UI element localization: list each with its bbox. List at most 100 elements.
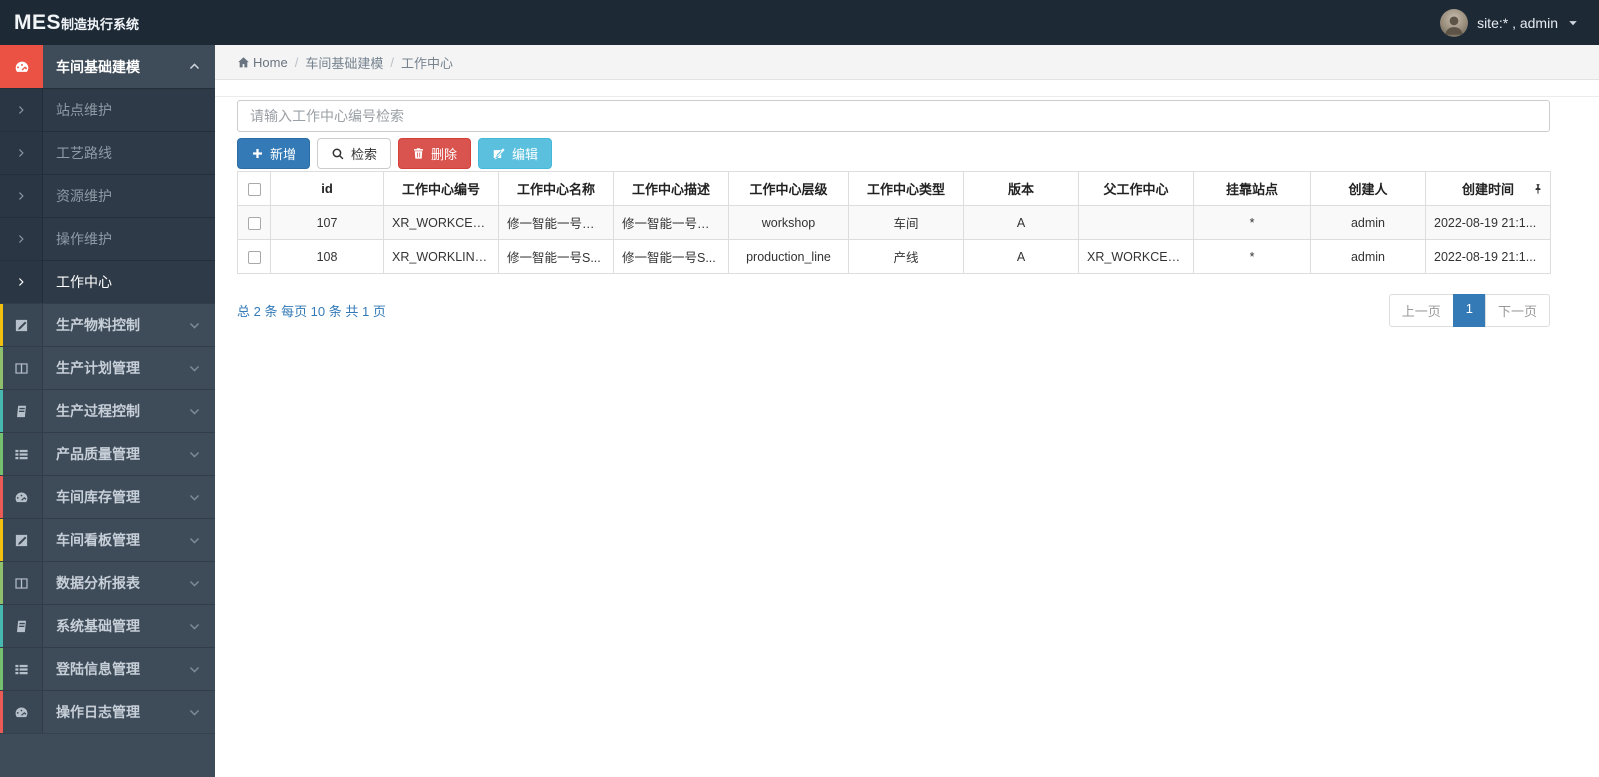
delete-button[interactable]: 删除 xyxy=(398,138,472,169)
page-content: 新增 检索 删除 编辑 xyxy=(215,97,1599,327)
cell-code: XR_WORKCEN... xyxy=(383,205,499,240)
search-button[interactable]: 检索 xyxy=(317,138,392,169)
sidebar-group-label: 生产物料控制 xyxy=(56,317,140,333)
gauge-icon xyxy=(15,61,28,72)
group-icon-cell xyxy=(0,433,43,475)
sidebar-group-data-analysis-report[interactable]: 数据分析报表 xyxy=(0,561,215,604)
table-row[interactable]: 108 XR_WORKLINE... 修一智能一号S... 修一智能一号S...… xyxy=(237,239,1551,274)
item-icon-cell xyxy=(0,132,43,174)
gauge-icon xyxy=(15,706,27,717)
pagination-bar: 总 2 条 每页 10 条 共 1 页 上一页 1 下一页 xyxy=(237,294,1550,327)
sidebar-group-operation-log-management[interactable]: 操作日志管理 xyxy=(0,690,215,733)
row-checkbox[interactable] xyxy=(247,250,261,264)
pin-icon[interactable] xyxy=(1532,183,1544,195)
breadcrumb-home[interactable]: Home xyxy=(237,55,288,70)
column-header-id: id xyxy=(270,171,384,206)
cell-version: A xyxy=(963,205,1079,240)
caret-down-icon xyxy=(1569,20,1577,25)
search-input[interactable] xyxy=(237,100,1550,132)
main-area: Home / 车间基础建模 / 工作中心 新增 检索 删除 xyxy=(215,45,1599,777)
cell-parent xyxy=(1078,205,1194,240)
cell-created-time: 2022-08-19 21:1... xyxy=(1425,205,1551,240)
cell-name: 修一智能一号S... xyxy=(498,239,614,274)
sidebar-group-label: 登陆信息管理 xyxy=(56,661,140,677)
pencil-icon xyxy=(15,319,27,331)
sidebar-group-system-base-management[interactable]: 系统基础管理 xyxy=(0,604,215,647)
accent-strip xyxy=(0,476,3,518)
sidebar-item-process-route[interactable]: 工艺路线 xyxy=(0,131,215,174)
accent-strip xyxy=(0,390,3,432)
accent-strip xyxy=(0,562,3,604)
user-avatar xyxy=(1440,8,1469,37)
table-row[interactable]: 107 XR_WORKCEN... 修一智能一号车间 修一智能一号车间 work… xyxy=(237,205,1551,240)
page-1-button[interactable]: 1 xyxy=(1452,294,1486,327)
cell-creator: admin xyxy=(1310,205,1426,240)
select-all-checkbox[interactable] xyxy=(247,183,261,197)
column-header-version: 版本 xyxy=(963,171,1079,206)
sidebar-group-process-control[interactable]: 生产过程控制 xyxy=(0,389,215,432)
cell-parent: XR_WORKCEN... xyxy=(1078,239,1194,274)
cell-id: 107 xyxy=(270,205,384,240)
sidebar-group-kanban-management[interactable]: 车间看板管理 xyxy=(0,518,215,561)
sidebar-group-plan-management[interactable]: 生产计划管理 xyxy=(0,346,215,389)
group-icon-cell xyxy=(0,605,43,647)
sidebar-group-inventory-management[interactable]: 车间库存管理 xyxy=(0,475,215,518)
sidebar-group-quality-management[interactable]: 产品质量管理 xyxy=(0,432,215,475)
chevron-right-icon xyxy=(18,149,24,157)
delete-button-label: 删除 xyxy=(431,147,458,162)
sidebar-item-work-center[interactable]: 工作中心 xyxy=(0,260,215,303)
row-checkbox[interactable] xyxy=(247,216,261,230)
cell-version: A xyxy=(963,239,1079,274)
row-select-cell xyxy=(237,239,271,274)
chevron-right-icon xyxy=(18,106,24,114)
breadcrumb-separator: / xyxy=(294,54,299,70)
logo-subtitle: 制造执行系统 xyxy=(61,16,140,32)
sidebar-item-operation-maintenance[interactable]: 操作维护 xyxy=(0,217,215,260)
item-icon-cell xyxy=(0,175,43,217)
header-divider xyxy=(215,80,1599,97)
cell-created-time: 2022-08-19 21:1... xyxy=(1425,239,1551,274)
breadcrumb-home-label: Home xyxy=(253,54,288,70)
prev-page-button[interactable]: 上一页 xyxy=(1388,294,1454,327)
edit-button[interactable]: 编辑 xyxy=(478,138,553,169)
cell-level: workshop xyxy=(728,205,849,240)
group-icon-cell xyxy=(0,691,43,733)
book-icon xyxy=(16,620,26,632)
sidebar-group-label: 生产计划管理 xyxy=(56,360,140,376)
add-button[interactable]: 新增 xyxy=(237,138,311,169)
sidebar-group-workshop-base-modeling[interactable]: 车间基础建模 xyxy=(0,45,215,88)
chevron-up-icon xyxy=(189,63,200,70)
breadcrumb-current: 工作中心 xyxy=(400,55,453,71)
sidebar-item-label: 工艺路线 xyxy=(56,145,112,161)
book-icon xyxy=(16,405,26,417)
column-header-creator: 创建人 xyxy=(1310,171,1426,206)
chevron-right-icon xyxy=(18,192,24,200)
breadcrumb-item[interactable]: 车间基础建模 xyxy=(305,53,383,72)
cell-type: 产线 xyxy=(848,239,964,274)
cell-desc: 修一智能一号S... xyxy=(613,239,729,274)
plus-icon xyxy=(253,149,262,158)
sidebar-group-label: 车间看板管理 xyxy=(56,532,140,548)
sidebar-item-resource-maintenance[interactable]: 资源维护 xyxy=(0,174,215,217)
accent-strip xyxy=(0,347,3,389)
row-select-cell xyxy=(237,205,271,240)
column-header-name: 工作中心名称 xyxy=(498,171,614,206)
sidebar-group-login-info-management[interactable]: 登陆信息管理 xyxy=(0,647,215,690)
chevron-down-icon xyxy=(189,322,200,328)
list-icon xyxy=(14,449,28,459)
next-page-button[interactable]: 下一页 xyxy=(1484,294,1550,327)
cell-level: production_line xyxy=(728,239,849,274)
group-icon-cell xyxy=(0,45,43,88)
sidebar-item-site-maintenance[interactable]: 站点维护 xyxy=(0,88,215,131)
group-icon-cell xyxy=(0,519,43,561)
pagination-summary: 总 2 条 每页 10 条 共 1 页 xyxy=(237,304,386,319)
chevron-down-icon xyxy=(189,709,200,715)
item-icon-cell xyxy=(0,89,43,131)
user-menu[interactable]: site:* , admin xyxy=(1440,8,1599,37)
sidebar-group-material-control[interactable]: 生产物料控制 xyxy=(0,303,215,346)
cell-name: 修一智能一号车间 xyxy=(498,205,614,240)
sidebar-group-label: 数据分析报表 xyxy=(56,575,140,591)
search-icon xyxy=(332,148,344,160)
search-button-label: 检索 xyxy=(351,147,378,162)
trash-icon xyxy=(414,148,423,159)
